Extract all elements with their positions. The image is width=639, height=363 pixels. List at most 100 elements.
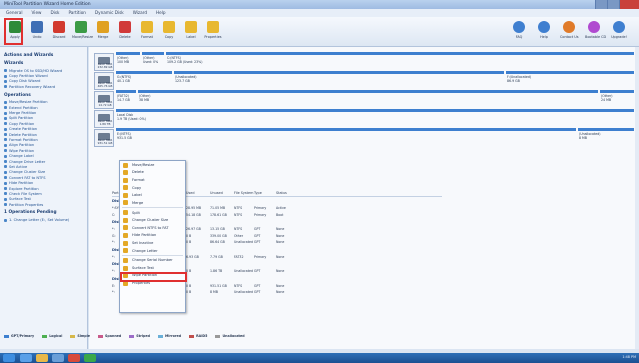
legend-item: Logical [42,334,62,338]
table-cell: Primary [254,212,267,217]
context-menu-item-merge[interactable]: Merge [120,199,185,207]
partition-size: 1.9 TB (Used: 0%) [117,116,146,121]
table-cell: None [276,269,285,274]
context-menu-item-hide-partition[interactable]: Hide Partition [120,232,185,240]
context-menu-item-format[interactable]: Format [120,176,185,184]
table-cell: 6.93 GB [186,254,199,259]
context-menu-item-change-cluster-size[interactable]: Change Cluster Size [120,216,185,224]
toolbar-label: Bootable CD [585,35,607,39]
toolbar-move-resize-button[interactable]: Move/Resize [72,21,93,45]
context-menu-item-surface-test[interactable]: Surface Test [120,264,185,272]
table-cell: GPT [254,269,261,274]
disk-row[interactable]: Basic MBR 931.51 GB E:(NTFS) 931.5 GB (Unal… [94,128,636,152]
legend-swatch [98,334,104,338]
menu-disk[interactable]: Disk [50,10,59,16]
partition-info: (Unallocated) 8 MB [578,131,634,143]
wizard-item-icon [4,85,7,89]
toolbar-faq-button[interactable]: FAQ [510,21,528,45]
merge-icon [97,21,109,33]
taskbar-ie-icon[interactable] [20,354,32,362]
operation-item-icon [4,203,7,207]
pending-heading[interactable]: 1 Operations Pending [4,210,83,215]
toolbar-delete-button[interactable]: Delete [116,21,134,45]
partition-size: 40.1 GB [117,78,130,83]
maximize-button[interactable] [607,0,619,9]
taskbar-explorer-icon[interactable] [36,354,48,362]
context-menu-item-split[interactable]: Split [120,209,185,217]
menu-general[interactable]: General [6,10,23,16]
menu-dynamic-disk[interactable]: Dynamic Disk [95,10,124,16]
menu-partition[interactable]: Partition [68,10,85,16]
partition-block[interactable]: (Unallocated) 8 MB [578,128,634,150]
context-menu-item-label[interactable]: Label [120,191,185,199]
cd-icon [588,21,600,33]
minimize-button[interactable] [595,0,607,9]
column-header[interactable]: Status [276,191,302,195]
partition-info: F:(Unallocated) 86.9 GB [506,74,634,86]
context-menu-item-convert-ntfs-to-fat[interactable]: Convert NTFS to FAT [120,224,185,232]
toolbar-bootable-cd-button[interactable]: Bootable CD [585,21,607,45]
context-menu-item-move-resize[interactable]: Move/Resize [120,161,185,169]
operation-item-label: Explore Partition [9,186,39,191]
toolbar-format-button[interactable]: Format [138,21,156,45]
wizard-item-icon [4,74,7,78]
table-cell: 71.05 MB [210,206,226,211]
context-menu-item-delete[interactable]: Delete [120,169,185,177]
operation-item-icon [4,127,7,131]
operation-item-icon [4,187,7,190]
wizard-item[interactable]: Partition Recovery Wizard [4,84,83,89]
toolbar-upgrade--button[interactable]: Upgrade! [610,21,628,45]
menu-item-label: Move/Resize [132,162,155,167]
toolbar-contact-us-button[interactable]: Contact Us [560,21,579,45]
table-cell: GPT [254,283,261,288]
legend-label: Spanned [105,334,122,338]
operation-item[interactable]: Partition Properties [4,202,83,207]
menu-bar: General View Disk Partition Dynamic Disk… [0,9,639,17]
legend-item: Unallocated [215,334,245,338]
pending-item[interactable]: 1. Change Letter (E:, Set Volume) [4,217,83,222]
start-button[interactable] [3,354,15,362]
toolbar-merge-button[interactable]: Merge [94,21,112,45]
toolbar-label-button[interactable]: Label [182,21,200,45]
menu-wizard[interactable]: Wizard [133,10,147,16]
toolbar-undo-button[interactable]: Undo [28,21,46,45]
taskbar-app-icon[interactable] [68,354,80,362]
table-cell: Unallocated [234,240,253,245]
taskbar-partition-wizard-icon[interactable] [84,354,96,362]
context-menu-item-set-inactive[interactable]: Set Inactive [120,239,185,247]
column-header[interactable]: Used [186,191,210,195]
toolbar-label: Discard [52,35,66,39]
legend-swatch [157,334,163,338]
change-letter-highlight [120,272,187,282]
toolbar-discard-button[interactable]: Discard [50,21,68,45]
operation-item-icon [4,122,7,126]
menu-item-label: Split [132,210,140,215]
close-button[interactable] [619,0,639,9]
column-header[interactable]: Unused [210,191,234,195]
taskbar-media-icon[interactable] [52,354,64,362]
scrollbar[interactable] [635,47,639,349]
toolbar-copy-button[interactable]: Copy [160,21,178,45]
menu-view[interactable]: View [32,10,42,16]
toolbar-properties-button[interactable]: Properties [204,21,222,45]
legend-label: Unallocated [222,334,245,338]
context-menu-item-change-letter[interactable]: Change Letter [120,247,185,255]
operation-item-label: Merge Partition [9,111,37,116]
context-menu-item-copy[interactable]: Copy [120,184,185,192]
context-menu-item-change-serial-number[interactable]: Change Serial Number [120,257,185,265]
operations-heading[interactable]: Operations [4,93,83,98]
legend-swatch [70,334,76,338]
upgrade-icon [613,21,625,33]
menu-item-icon [123,170,128,176]
wizards-heading[interactable]: Wizards [4,61,83,66]
operation-item-icon [4,154,7,158]
partition-block[interactable]: E:(NTFS) 931.5 GB [116,128,576,150]
table-cell: 0 B [186,290,192,295]
faq-icon [513,21,525,33]
title-bar: MiniTool Partition Wizard Home Edition [0,0,639,9]
column-header[interactable]: File System [234,191,254,195]
menu-item-icon [123,225,128,231]
column-header[interactable]: Type [254,191,276,195]
menu-help[interactable]: Help [156,10,166,16]
toolbar-help-button[interactable]: Help [535,21,553,45]
